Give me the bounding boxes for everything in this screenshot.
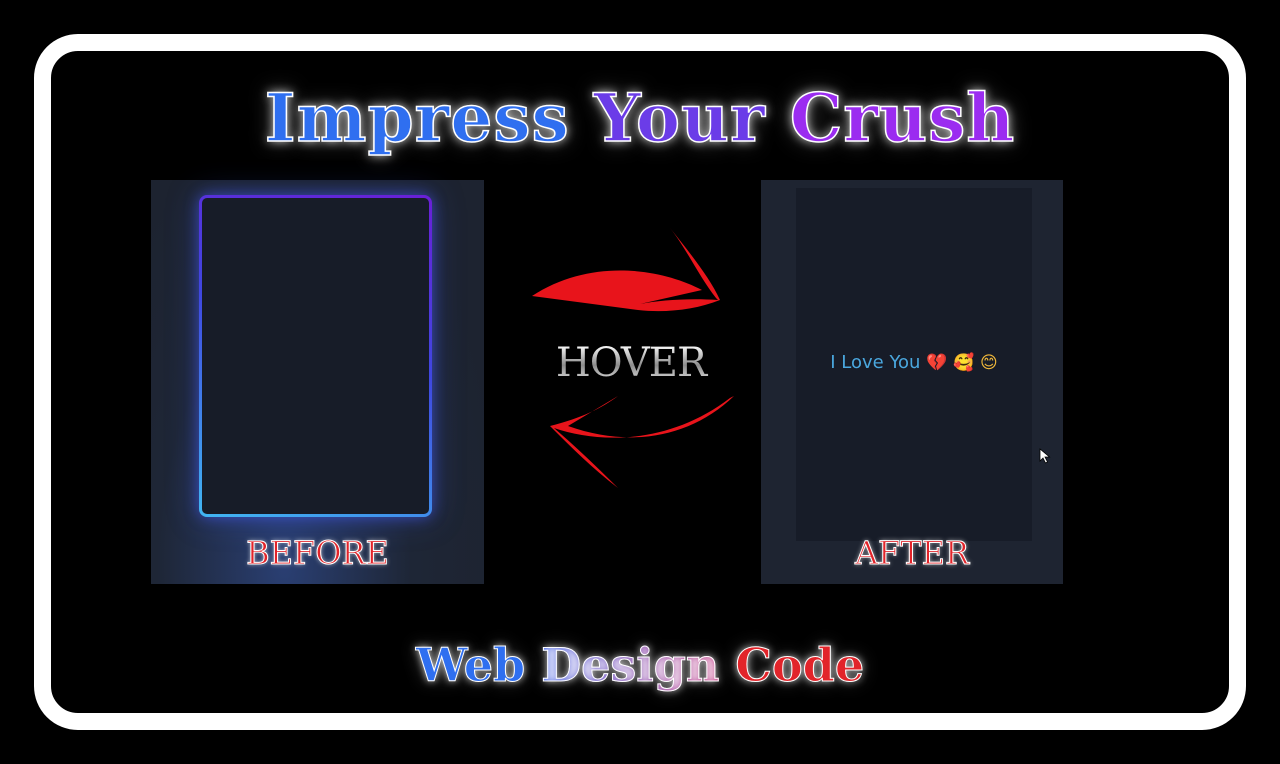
footer-title: Web Design Code: [0, 632, 1280, 698]
love-message: I Love You 💔 🥰 😊: [796, 352, 1032, 373]
smiling-hearts-face-icon: 🥰: [953, 353, 975, 373]
broken-heart-icon: 💔: [926, 353, 948, 373]
smiling-face-icon: 😊: [980, 353, 998, 373]
arrow-left-icon: [550, 396, 734, 488]
page-title: Impress Your Crush: [0, 72, 1280, 164]
footer-word-code: Code: [735, 638, 865, 693]
title-word-your: Your: [593, 78, 766, 158]
footer-word-web: Web: [415, 638, 526, 693]
revealed-card: I Love You 💔 🥰 😊: [796, 188, 1032, 541]
after-label: AFTER: [854, 534, 970, 573]
pointer-cursor-icon: [1039, 448, 1051, 464]
before-label: BEFORE: [246, 534, 390, 573]
after-panel: I Love You 💔 🥰 😊 AFTER: [761, 180, 1063, 584]
hover-label: HOVER: [540, 340, 722, 386]
footer-word-design: Design: [541, 638, 720, 693]
arrow-right-icon: [532, 228, 720, 312]
before-panel: BEFORE: [151, 180, 484, 584]
thumbnail-canvas: Impress Your Crush BEFORE HOVER I Love Y…: [0, 0, 1280, 764]
title-word-impress: Impress: [264, 78, 570, 158]
love-message-text: I Love You: [830, 352, 921, 373]
neon-card: [199, 195, 432, 517]
title-word-crush: Crush: [789, 78, 1016, 158]
